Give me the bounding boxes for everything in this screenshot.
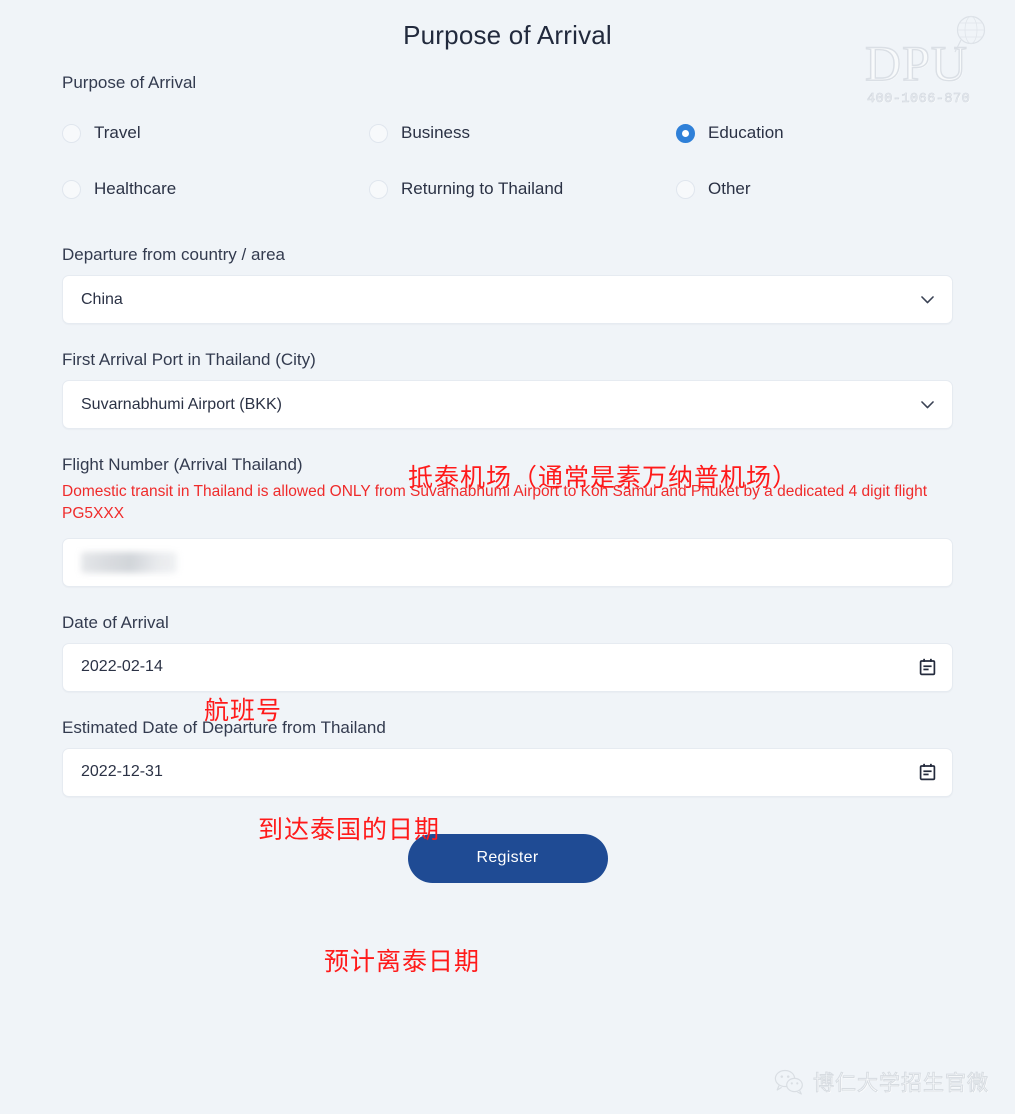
radio-label: Other <box>708 179 751 198</box>
purpose-radio-group: Travel Business Education Healthcare Ret… <box>62 123 953 199</box>
radio-option-other[interactable]: Other <box>676 179 953 199</box>
radio-mark-icon <box>62 179 81 199</box>
annotation-flight-number: 航班号 <box>204 696 283 725</box>
register-button-row: Register <box>62 833 953 883</box>
wechat-watermark: 博仁大学招生官微 <box>774 1067 989 1097</box>
radio-mark-icon <box>62 123 81 143</box>
page-title: Purpose of Arrival <box>403 20 612 50</box>
annotation-departure-date: 预计离泰日期 <box>324 947 481 976</box>
date-of-arrival-label: Date of Arrival <box>62 612 169 632</box>
arrival-port-select[interactable]: Suvarnabhumi Airport (BKK) <box>62 380 953 429</box>
redacted-value <box>81 551 177 573</box>
arrival-port-label: First Arrival Port in Thailand (City) <box>62 350 316 369</box>
date-of-departure-input[interactable]: 2022-12-31 <box>62 747 953 797</box>
calendar-icon[interactable] <box>919 658 936 676</box>
annotation-airport: 抵泰机场（通常是素万纳普机场） <box>408 463 799 492</box>
radio-option-education[interactable]: Education <box>676 123 953 143</box>
date-of-departure-label: Estimated Date of Departure from Thailan… <box>62 717 386 737</box>
radio-label: Travel <box>94 123 141 142</box>
wechat-watermark-text: 博仁大学招生官微 <box>813 1071 989 1096</box>
date-of-departure-field: Estimated Date of Departure from Thailan… <box>62 718 953 797</box>
date-of-departure-value: 2022-12-31 <box>81 763 163 781</box>
dpu-logo-watermark: DPU 400-1066-870 <box>864 14 993 114</box>
radio-label: Business <box>401 123 470 142</box>
radio-option-healthcare[interactable]: Healthcare <box>62 179 369 199</box>
calendar-icon[interactable] <box>919 763 936 781</box>
radio-label: Healthcare <box>94 179 177 198</box>
radio-label: Education <box>708 123 784 142</box>
chevron-down-icon <box>921 295 934 303</box>
annotation-arrival-date: 到达泰国的日期 <box>258 815 441 844</box>
wechat-icon <box>774 1069 803 1095</box>
dpu-logo-phone: 400-1066-870 <box>867 92 971 108</box>
date-of-arrival-field: Date of Arrival 2022-02-14 <box>62 613 953 692</box>
departure-country-select[interactable]: China <box>62 275 953 324</box>
departure-country-label: Departure from country / area <box>62 245 285 264</box>
arrival-port-value: Suvarnabhumi Airport (BKK) <box>81 395 282 413</box>
radio-option-travel[interactable]: Travel <box>62 123 369 143</box>
radio-option-business[interactable]: Business <box>369 123 676 143</box>
dpu-logo-text: DPU <box>864 35 969 91</box>
date-of-arrival-input[interactable]: 2022-02-14 <box>62 642 953 692</box>
radio-mark-selected-icon <box>676 123 695 143</box>
radio-mark-icon <box>676 179 695 199</box>
radio-label: Returning to Thailand <box>401 179 564 198</box>
chevron-down-icon <box>921 400 934 408</box>
departure-country-field: Departure from country / area China <box>62 245 953 324</box>
radio-option-returning-to-thailand[interactable]: Returning to Thailand <box>369 179 676 199</box>
arrival-port-field: First Arrival Port in Thailand (City) Su… <box>62 350 953 429</box>
radio-mark-icon <box>369 123 388 143</box>
departure-country-value: China <box>81 290 123 308</box>
flight-number-input[interactable] <box>62 537 953 587</box>
date-of-arrival-value: 2022-02-14 <box>81 658 163 676</box>
purpose-section-label: Purpose of Arrival <box>62 73 197 92</box>
radio-mark-icon <box>369 179 388 199</box>
